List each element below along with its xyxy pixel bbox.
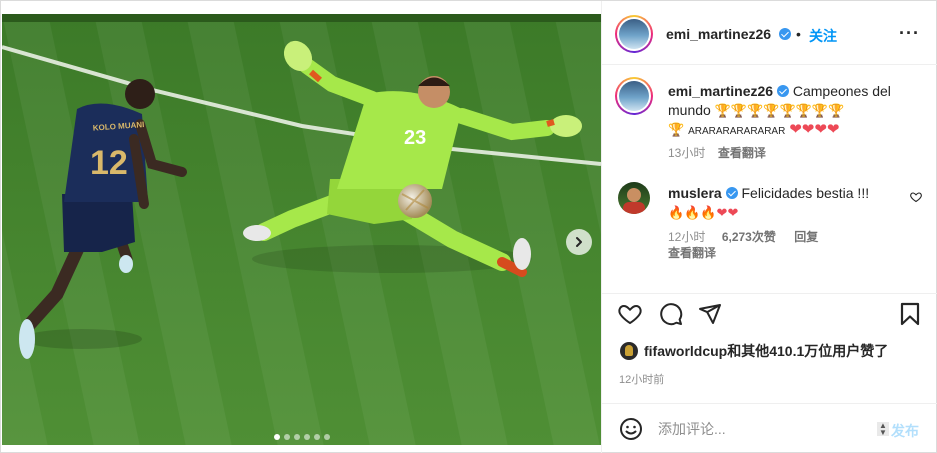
caption-translate-link[interactable]: 查看翻译: [718, 146, 766, 160]
post-time-ago: 12小时前: [619, 374, 665, 386]
football-photo: KOLO MUANI 12 23: [2, 14, 601, 445]
post-side-panel: emi_martinez26 • 关注 ··· emi_martinez26 C…: [601, 1, 937, 453]
caption-text-word: mundo: [668, 102, 711, 118]
caption-trophy: 🏆: [668, 122, 685, 137]
caption-text-line1: Campeones del: [792, 83, 891, 99]
comment-like-heart-icon[interactable]: [910, 191, 922, 203]
caption-username[interactable]: emi_martinez26: [668, 83, 773, 99]
liker-username[interactable]: fifaworldcup: [644, 343, 727, 359]
likes-summary[interactable]: fifaworldcup和其他410.1万位用户赞了: [620, 341, 888, 361]
caption-avatar[interactable]: [617, 79, 651, 113]
comment-reply-link[interactable]: 回复: [794, 230, 818, 244]
comment-emojis: 🔥🔥🔥❤❤: [668, 205, 739, 220]
comment-translate-link[interactable]: 查看翻译: [668, 246, 716, 260]
comment-item: muslera Felicidades bestia !!! 🔥🔥🔥❤❤ 12小…: [602, 173, 937, 273]
bookmark-save-icon[interactable]: [899, 302, 921, 326]
post-header: emi_martinez26 • 关注 ···: [602, 1, 937, 65]
follow-button[interactable]: 关注: [809, 26, 837, 46]
carousel-dots: [274, 434, 330, 440]
post-dialog: KOLO MUANI 12 23 emi_martinez26 • 关注 ···…: [0, 0, 937, 453]
resize-handle-icon: ▲ ▼: [877, 422, 889, 437]
avatar[interactable]: [617, 17, 651, 51]
chevron-right-icon: [576, 237, 582, 247]
comment-username[interactable]: muslera: [668, 185, 722, 201]
header-separator: •: [796, 26, 801, 42]
carousel-dot[interactable]: [274, 434, 280, 440]
comment-bubble-icon[interactable]: [659, 302, 683, 326]
comment-like-count[interactable]: 6,273次赞: [722, 230, 776, 244]
keeper-jersey-number: 23: [404, 127, 426, 149]
post-photo[interactable]: KOLO MUANI 12 23: [2, 14, 601, 445]
carousel-dot[interactable]: [324, 434, 330, 440]
comment-avatar[interactable]: [618, 182, 650, 214]
comment-time: 12小时: [668, 230, 706, 244]
striker-jersey-number: 12: [90, 144, 128, 182]
verified-badge-icon: [725, 187, 738, 199]
verified-badge-icon: [779, 28, 791, 40]
carousel-dot[interactable]: [294, 434, 300, 440]
caption-hearts: ❤❤❤❤: [789, 121, 840, 138]
add-comment-bar: ▲▼ 发布: [602, 403, 937, 453]
share-send-icon[interactable]: [698, 302, 722, 326]
next-photo-button[interactable]: [566, 229, 592, 255]
comment-input[interactable]: [658, 421, 868, 437]
caption-block: emi_martinez26 Campeones del mundo 🏆🏆🏆🏆🏆…: [602, 65, 937, 165]
like-heart-icon[interactable]: [618, 302, 642, 326]
liker-avatar: [620, 342, 638, 360]
carousel-dot[interactable]: [314, 434, 320, 440]
verified-badge-icon: [776, 85, 789, 97]
trophy-icon: [625, 345, 633, 356]
carousel-dot[interactable]: [304, 434, 310, 440]
header-username[interactable]: emi_martinez26: [666, 26, 771, 42]
post-comment-button[interactable]: 发布: [891, 421, 919, 441]
emoji-smiley-icon[interactable]: [619, 417, 643, 441]
caption-time: 13小时: [668, 146, 706, 160]
likes-rest-text[interactable]: 和其他410.1万位用户赞了: [727, 343, 888, 359]
caption-trophies: 🏆🏆🏆🏆🏆🏆🏆🏆: [714, 103, 845, 118]
caption-small-text: ARARARARARARAR: [688, 126, 786, 137]
comment-text: Felicidades bestia !!!: [741, 185, 870, 201]
more-options-button[interactable]: ···: [899, 23, 920, 44]
carousel-dot[interactable]: [284, 434, 290, 440]
post-actions: [602, 293, 937, 329]
